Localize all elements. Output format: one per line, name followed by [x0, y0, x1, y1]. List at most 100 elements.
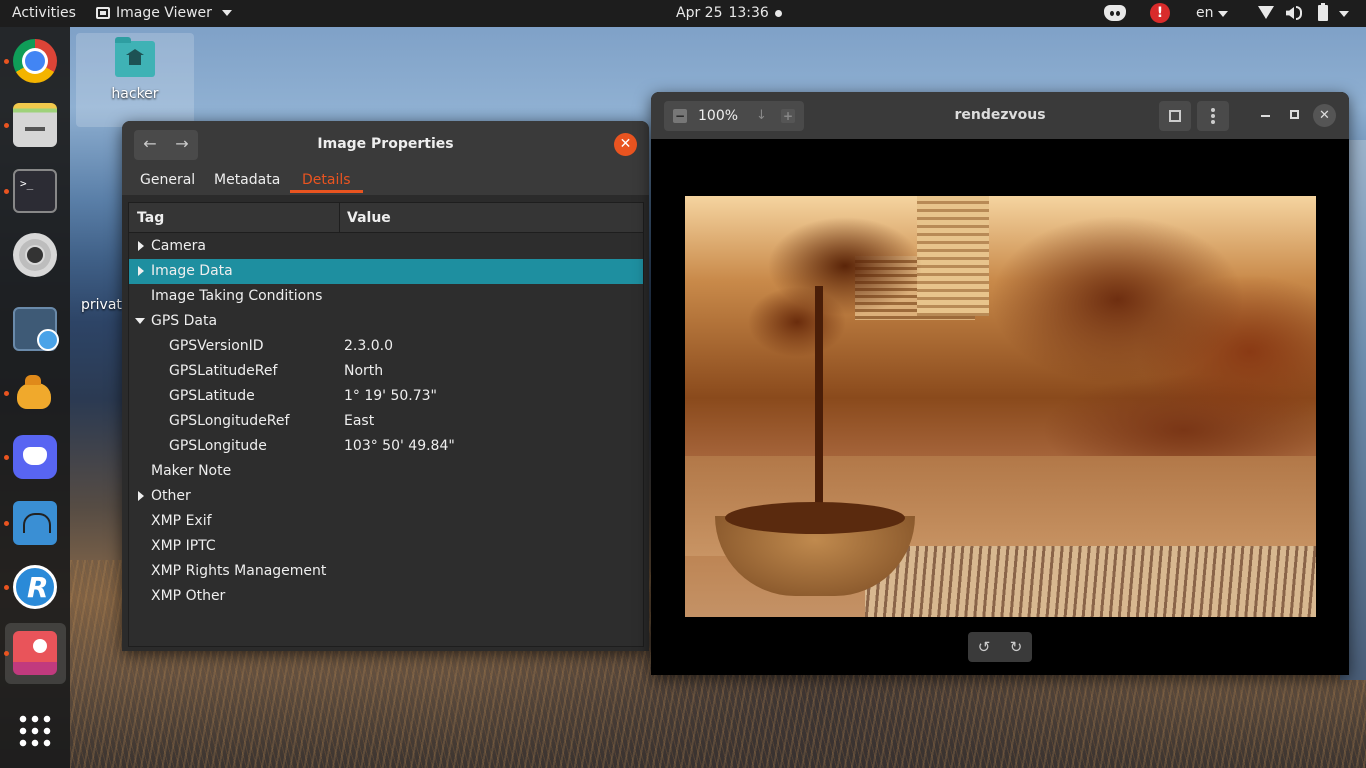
table-row[interactable]: Camera — [129, 234, 643, 259]
system-menu-chevron-icon[interactable] — [1339, 11, 1349, 17]
details-table: Tag Value Camera Image Data Image Taking C… — [128, 202, 644, 647]
photo-planter-soil — [725, 502, 905, 534]
desktop-icon-hacker[interactable]: hacker — [76, 33, 194, 127]
table-row[interactable]: Image Taking Conditions — [129, 284, 643, 309]
column-header-value[interactable]: Value — [347, 210, 391, 226]
waveform-app-icon[interactable] — [13, 501, 57, 545]
running-indicator-icon — [4, 123, 9, 128]
row-tag: GPSLongitudeRef — [169, 413, 290, 429]
battery-icon[interactable] — [1318, 3, 1328, 21]
properties-header-bar: ← → Image Properties ✕ — [122, 121, 649, 169]
expander-right-icon[interactable] — [138, 266, 144, 276]
viewer-header-bar: − 100% ↓ + rendezvous ✕ — [651, 92, 1349, 139]
table-row[interactable]: XMP Other — [129, 584, 643, 609]
app-menu[interactable]: Image Viewer — [96, 5, 232, 21]
close-button[interactable]: ✕ — [614, 133, 637, 156]
volume-icon[interactable] — [1286, 7, 1294, 19]
row-value: 103° 50' 49.84" — [344, 438, 455, 454]
table-row[interactable]: GPSLongitudeRef East — [129, 409, 643, 434]
files-icon[interactable] — [13, 103, 57, 147]
image-properties-window: ← → Image Properties ✕ General Metadata … — [122, 121, 649, 651]
running-indicator-icon — [4, 59, 9, 64]
terminal-icon[interactable]: >_ — [13, 169, 57, 213]
remmina-icon[interactable]: R — [13, 565, 57, 609]
expander-right-icon[interactable] — [138, 241, 144, 251]
row-tag: GPS Data — [151, 313, 218, 329]
table-row[interactable]: XMP IPTC — [129, 534, 643, 559]
table-row[interactable]: GPSLongitude 103° 50' 49.84" — [129, 434, 643, 459]
table-row[interactable]: GPSLatitude 1° 19' 50.73" — [129, 384, 643, 409]
running-indicator-icon — [4, 651, 9, 656]
discord-icon[interactable] — [13, 435, 57, 479]
language-chevron-icon — [1218, 11, 1228, 17]
photo-tree-trunk — [815, 286, 823, 516]
photo-wooden-deck — [865, 546, 1316, 617]
chrome-icon[interactable] — [13, 39, 57, 83]
image-viewer-dock-icon[interactable] — [13, 631, 57, 675]
menu-button[interactable] — [1197, 101, 1229, 131]
wifi-icon[interactable] — [1258, 6, 1274, 19]
home-icon — [126, 49, 144, 65]
running-indicator-icon — [4, 391, 9, 396]
table-row[interactable]: XMP Rights Management — [129, 559, 643, 584]
clock-date: Apr 25 — [676, 5, 723, 21]
clock[interactable]: Apr 25 13:36 — [676, 5, 782, 21]
tab-metadata[interactable]: Metadata — [214, 172, 280, 188]
column-header-tag[interactable]: Tag — [137, 210, 164, 226]
table-row[interactable]: GPSVersionID 2.3.0.0 — [129, 334, 643, 359]
maximize-icon[interactable] — [1290, 110, 1299, 119]
row-tag: XMP Rights Management — [151, 563, 327, 579]
table-row[interactable]: Other — [129, 484, 643, 509]
rotate-right-icon[interactable]: ↻ — [1000, 632, 1032, 662]
row-value: 1° 19' 50.73" — [344, 388, 437, 404]
table-header: Tag Value — [129, 203, 643, 233]
discord-tray-icon[interactable] — [1104, 5, 1126, 21]
show-applications-icon[interactable] — [17, 713, 53, 749]
home-folder-icon — [115, 37, 155, 77]
running-indicator-icon — [4, 521, 9, 526]
rotate-left-icon[interactable]: ↺ — [968, 632, 1000, 662]
viewer-title: rendezvous — [954, 107, 1046, 123]
displayed-photo[interactable] — [685, 196, 1316, 617]
teapot-icon[interactable] — [13, 371, 57, 415]
desktop-icon-label: hacker — [111, 86, 159, 102]
table-row[interactable]: GPS Data — [129, 309, 643, 334]
minimize-icon[interactable] — [1261, 115, 1270, 117]
activities-button[interactable]: Activities — [12, 5, 76, 21]
chevron-down-icon — [221, 10, 232, 16]
table-row[interactable]: Maker Note — [129, 459, 643, 484]
rotate-controls: ↺ ↻ — [968, 632, 1032, 662]
row-tag: GPSVersionID — [169, 338, 264, 354]
table-row[interactable]: XMP Exif — [129, 509, 643, 534]
screenshot-icon[interactable] — [13, 307, 59, 351]
row-tag: Image Data — [151, 263, 233, 279]
row-tag: GPSLatitude — [169, 388, 255, 404]
top-bar: Activities Image Viewer Apr 25 13:36 ! e… — [0, 0, 1366, 27]
fullscreen-icon — [1169, 110, 1181, 122]
row-value: North — [344, 363, 384, 379]
photo-potted-tree — [725, 196, 965, 476]
clock-time: 13:36 — [728, 5, 769, 21]
language-indicator[interactable]: en — [1196, 5, 1214, 21]
desktop-icon-privat-label[interactable]: privat — [81, 297, 122, 313]
window-close-icon[interactable]: ✕ — [1313, 104, 1336, 127]
remmina-letter-glyph: R — [27, 571, 49, 604]
terminal-prompt-glyph: >_ — [20, 177, 34, 190]
table-row[interactable]: GPSLatitudeRef North — [129, 359, 643, 384]
alert-tray-icon[interactable]: ! — [1150, 3, 1170, 23]
row-tag: XMP Exif — [151, 513, 212, 529]
expander-right-icon[interactable] — [138, 491, 144, 501]
row-tag: GPSLatitudeRef — [169, 363, 278, 379]
row-tag: Camera — [151, 238, 206, 254]
expander-down-icon[interactable] — [135, 318, 145, 324]
tab-general[interactable]: General — [140, 172, 195, 188]
row-tag: Maker Note — [151, 463, 232, 479]
row-tag: XMP IPTC — [151, 538, 216, 554]
table-row[interactable]: Image Data — [129, 259, 643, 284]
settings-gear-icon[interactable] — [13, 233, 57, 277]
volume-wave-icon — [1296, 6, 1302, 20]
properties-tabs: General Metadata Details — [122, 169, 649, 195]
fullscreen-button[interactable] — [1159, 101, 1191, 131]
tab-details[interactable]: Details — [290, 172, 363, 193]
row-value: 2.3.0.0 — [344, 338, 393, 354]
